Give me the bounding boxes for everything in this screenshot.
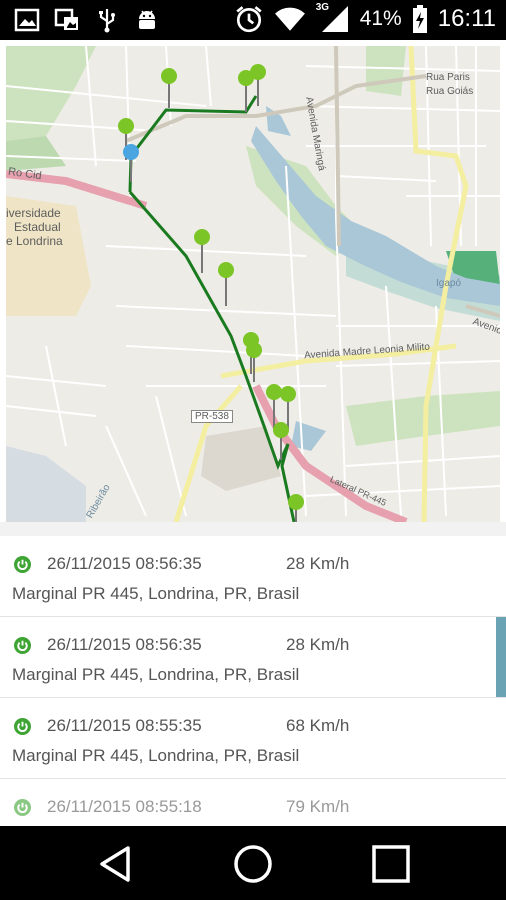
power-icon bbox=[14, 718, 31, 735]
position-address: Marginal PR 445, Londrina, PR, Brasil bbox=[12, 746, 300, 765]
list-item[interactable]: 26/11/2015 08:55:18 79 Km/h bbox=[0, 779, 506, 826]
sim-gallery-icon bbox=[54, 8, 78, 30]
power-icon bbox=[14, 799, 31, 816]
map-label-igapo: Igapó bbox=[436, 278, 462, 289]
map-label-rua-goias: Rua Goiás bbox=[426, 86, 474, 97]
signal-3g-icon: 3G bbox=[316, 2, 350, 34]
position-datetime: 26/11/2015 08:55:35 bbox=[47, 716, 202, 735]
selected-indicator bbox=[496, 617, 506, 697]
back-icon[interactable] bbox=[94, 842, 138, 886]
list-item[interactable]: 26/11/2015 08:56:35 28 Km/h Marginal PR … bbox=[0, 617, 506, 698]
position-speed: 28 Km/h bbox=[286, 635, 350, 654]
home-icon[interactable] bbox=[231, 842, 275, 886]
status-bar: 3G 41% 16:11 bbox=[0, 0, 506, 40]
map-label-university-2: Estadual bbox=[14, 220, 61, 234]
list-item[interactable]: 26/11/2015 08:56:35 28 Km/h Marginal PR … bbox=[0, 536, 506, 617]
map-label-pr538: PR-538 bbox=[191, 410, 233, 423]
position-address: Marginal PR 445, Londrina, PR, Brasil bbox=[12, 665, 300, 684]
position-speed: 28 Km/h bbox=[286, 554, 350, 573]
map-canvas[interactable]: Ro Cid iversidade Estadual e Londrina Av… bbox=[6, 46, 500, 522]
navigation-bar bbox=[0, 826, 506, 900]
clock: 16:11 bbox=[437, 5, 496, 32]
map-label-university-3: e Londrina bbox=[6, 234, 63, 248]
list-item[interactable]: 26/11/2015 08:55:35 68 Km/h Marginal PR … bbox=[0, 698, 506, 779]
recents-icon[interactable] bbox=[369, 842, 413, 886]
map-label-rua-paris: Rua Paris bbox=[426, 72, 470, 83]
map-svg bbox=[6, 46, 500, 522]
battery-charging-icon bbox=[412, 5, 427, 33]
position-datetime: 26/11/2015 08:56:35 bbox=[47, 635, 202, 654]
android-debug-icon bbox=[139, 10, 155, 29]
position-datetime: 26/11/2015 08:56:35 bbox=[47, 554, 202, 573]
position-datetime: 26/11/2015 08:55:18 bbox=[47, 797, 202, 816]
power-icon bbox=[14, 637, 31, 654]
map-view[interactable]: Ro Cid iversidade Estadual e Londrina Av… bbox=[0, 40, 506, 522]
usb-icon bbox=[99, 9, 115, 33]
image-icon bbox=[14, 8, 40, 32]
position-speed: 79 Km/h bbox=[286, 797, 350, 816]
positions-list[interactable]: 26/11/2015 08:56:35 28 Km/h Marginal PR … bbox=[0, 522, 506, 826]
position-speed: 68 Km/h bbox=[286, 716, 350, 735]
alarm-icon bbox=[236, 6, 262, 33]
power-icon bbox=[14, 556, 31, 573]
position-address: Marginal PR 445, Londrina, PR, Brasil bbox=[12, 584, 300, 603]
battery-percent: 41% bbox=[359, 7, 402, 30]
wifi-icon bbox=[274, 7, 305, 31]
map-label-university: iversidade bbox=[6, 206, 61, 220]
